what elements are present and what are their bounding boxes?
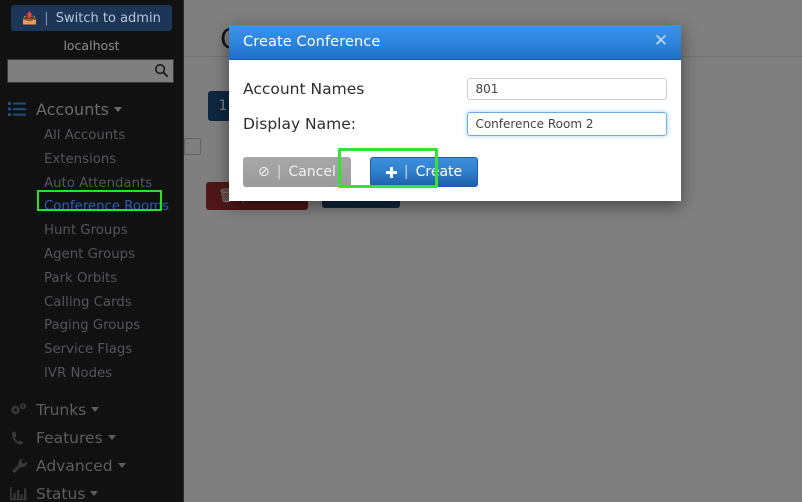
create-separator: | [403,164,409,180]
chevron-down-icon [107,435,116,441]
account-names-label: Account Names [243,80,365,98]
sidebar-group-trunks[interactable]: Trunks [0,396,183,424]
account-names-input[interactable] [467,78,667,100]
sidebar-group-status[interactable]: Status [0,480,183,502]
sidebar-item-conference-rooms[interactable]: Conference Rooms [0,195,183,219]
phone-icon [8,430,30,446]
sidebar-group-status-label: Status [36,484,86,502]
dialog-body: Account Names Display Name: [229,60,681,136]
sidebar-item-ivr-nodes[interactable]: IVR Nodes [0,362,183,386]
chevron-down-icon [117,463,126,469]
chevron-down-icon [90,491,99,497]
search-box [7,59,174,83]
display-name-label: Display Name: [243,115,357,133]
sidebar-group-accounts-label: Accounts [36,99,109,119]
sidebar-item-auto-attendants[interactable]: Auto Attendants [0,172,183,196]
sidebar-item-extensions[interactable]: Extensions [0,148,183,172]
chevron-down-icon [91,407,100,413]
list-icon [8,101,30,117]
switch-to-admin-button[interactable]: 📤 | Switch to admin [11,5,172,31]
gears-icon [8,402,30,418]
cancel-separator: | [276,164,282,180]
sidebar-item-hunt-groups[interactable]: Hunt Groups [0,219,183,243]
sidebar-item-agent-groups[interactable]: Agent Groups [0,243,183,267]
sidebar-bottom-nav: Trunks Features Advanced Status [0,396,183,502]
dialog-header: Create Conference ✕ [229,25,681,60]
switch-to-admin-label: Switch to admin [55,11,161,26]
sidebar-item-all-accounts[interactable]: All Accounts [0,124,183,148]
sidebar-group-features[interactable]: Features [0,424,183,452]
search-input[interactable] [7,59,174,83]
hostname-label: localhost [63,38,120,53]
ban-icon: ⊘ [258,164,270,180]
sidebar-group-advanced-label: Advanced [36,456,113,475]
sidebar-group-advanced[interactable]: Advanced [0,452,183,480]
bar-chart-icon [8,486,30,502]
sidebar-item-paging-groups[interactable]: Paging Groups [0,314,183,338]
sidebar-account-items: All Accounts Extensions Auto Attendants Con… [0,124,183,386]
create-conference-dialog: Create Conference ✕ Account Names Displa… [229,25,681,201]
dialog-footer: ⊘ | Cancel | Create [229,148,681,201]
chevron-down-icon [113,106,122,112]
sidebar-item-service-flags[interactable]: Service Flags [0,338,183,362]
create-button-label: Create [415,164,463,180]
sidebar-item-park-orbits[interactable]: Park Orbits [0,267,183,291]
form-row-display-name: Display Name: [229,112,681,136]
wrench-icon [8,458,30,474]
dialog-title: Create Conference [243,34,381,50]
cancel-button[interactable]: ⊘ | Cancel [243,157,351,187]
sidebar-group-trunks-label: Trunks [36,400,87,419]
display-name-input[interactable] [467,112,667,136]
external-link-icon: 📤 [22,11,38,25]
form-row-account-names: Account Names [229,78,681,100]
create-button[interactable]: | Create [369,157,479,187]
switch-separator: | [44,11,49,26]
close-icon[interactable]: ✕ [653,33,669,51]
sidebar-group-accounts[interactable]: Accounts [0,94,183,124]
plus-icon [385,166,397,178]
sidebar-item-calling-cards[interactable]: Calling Cards [0,291,183,315]
sidebar-group-features-label: Features [36,428,103,447]
sidebar: 📤 | Switch to admin localhost Accounts A… [0,0,184,502]
cancel-button-label: Cancel [288,164,336,180]
